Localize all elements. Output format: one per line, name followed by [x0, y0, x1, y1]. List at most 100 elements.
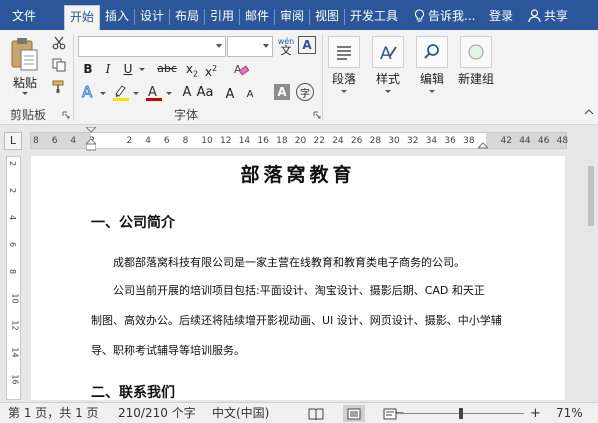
clipboard-group-label: 剪贴板: [10, 108, 47, 122]
grow-font-button[interactable]: A: [224, 86, 236, 104]
ruler-tick-label: 24: [332, 136, 344, 146]
highlight-button[interactable]: [111, 82, 131, 102]
paragraph-dropdown-arrow[interactable]: [341, 90, 347, 93]
paste-button[interactable]: [6, 34, 42, 74]
styles-icon: A: [380, 44, 397, 62]
change-case-button[interactable]: Aa: [196, 84, 214, 102]
login-button[interactable]: 登录: [489, 5, 513, 27]
language-indicator[interactable]: 中文(中国): [212, 405, 269, 422]
vertical-ruler-tick-label: 14: [10, 347, 20, 358]
cut-button[interactable]: [50, 34, 68, 52]
book-icon: [308, 408, 324, 420]
font-name-combo[interactable]: [78, 36, 226, 57]
ruler-tick-label: 42: [500, 136, 512, 146]
paragraph-button[interactable]: [328, 36, 360, 68]
ruler-tick-label: 32: [407, 136, 419, 146]
right-indent-marker-icon[interactable]: [478, 141, 488, 149]
read-mode-button[interactable]: [305, 405, 327, 422]
subscript-button[interactable]: x2: [184, 60, 200, 78]
char-border-button[interactable]: A: [298, 36, 316, 54]
zoom-slider-thumb[interactable]: [459, 408, 463, 419]
tell-me-search[interactable]: 告诉我...: [414, 5, 475, 27]
shrink-font-button[interactable]: A: [244, 86, 256, 104]
tab-file[interactable]: 文件: [4, 5, 44, 30]
format-painter-icon: [52, 80, 64, 93]
increase-a: A: [182, 85, 192, 100]
tab-developer[interactable]: 开发工具: [346, 5, 402, 30]
font-size-combo[interactable]: [227, 36, 273, 57]
tab-review[interactable]: 审阅: [276, 5, 308, 30]
page-count[interactable]: 第 1 页，共 1 页: [8, 405, 99, 422]
svg-text:A: A: [82, 83, 93, 101]
font-dialog-launcher-icon[interactable]: [313, 111, 321, 119]
indent-marker-icon[interactable]: [86, 127, 96, 151]
char-shading-button[interactable]: A: [274, 84, 290, 100]
ruler-tick-label: 4: [70, 136, 77, 146]
group-divider: [73, 34, 74, 120]
ribbon-tab-bar: 文件 开始 插入 设计 布局 引用 邮件 审阅 视图 开发工具 告诉我... 登…: [0, 0, 598, 30]
ruler-tick-label: 44: [519, 136, 531, 146]
editing-button[interactable]: [416, 36, 448, 68]
styles-button[interactable]: A: [372, 36, 404, 68]
copy-icon: [52, 58, 66, 72]
underline-button[interactable]: U: [120, 60, 136, 78]
ruler-tick-label: 22: [313, 136, 325, 146]
subscript-base: x: [185, 62, 193, 76]
styles-dropdown-arrow[interactable]: [385, 90, 391, 93]
vertical-scrollbar[interactable]: [584, 156, 598, 400]
tab-layout[interactable]: 布局: [171, 5, 203, 30]
ruler-tick-label: 8: [33, 136, 39, 146]
svg-text:A: A: [380, 44, 392, 62]
new-group-label: 新建组: [457, 72, 494, 86]
tab-references[interactable]: 引用: [206, 5, 238, 30]
zoom-in-button[interactable]: +: [530, 405, 541, 422]
editing-dropdown-arrow[interactable]: [429, 90, 435, 93]
strikethrough-button[interactable]: abc: [155, 60, 179, 78]
subscript-mark: 2: [193, 69, 199, 79]
word-count[interactable]: 210/210 个字: [118, 405, 196, 422]
collapse-ribbon-icon[interactable]: [584, 108, 594, 116]
copy-button[interactable]: [50, 56, 68, 74]
tab-divider: [204, 9, 205, 25]
clipboard-icon: [11, 38, 38, 71]
tab-mailings[interactable]: 邮件: [241, 5, 273, 30]
text-effects-button[interactable]: A: [80, 82, 98, 102]
share-button[interactable]: 共享: [528, 4, 592, 28]
ruler-tick-label: 36: [444, 136, 456, 146]
bold-button[interactable]: B: [80, 60, 96, 78]
font-color-button[interactable]: A: [144, 82, 164, 102]
ruler-tick-label: 34: [425, 136, 438, 146]
ruler-left-margin: [31, 133, 91, 148]
scrollbar-thumb[interactable]: [588, 166, 594, 226]
font-color-icon: A: [146, 85, 162, 101]
tab-view[interactable]: 视图: [311, 5, 343, 30]
ruler-tick-label: 2: [126, 136, 133, 146]
ruler-tick-label: 8: [182, 136, 189, 146]
document-page[interactable]: 部落窝教育 一、公司简介 成都部落窝科技有限公司是一家主营在线教育和教育类电子商…: [31, 156, 565, 400]
underline-dropdown-arrow[interactable]: [139, 68, 145, 71]
format-painter-button[interactable]: [50, 78, 68, 96]
tab-insert[interactable]: 插入: [101, 5, 133, 30]
print-layout-button[interactable]: [343, 405, 365, 422]
text-effects-dropdown-arrow[interactable]: [100, 92, 106, 95]
char-shading-a: A: [277, 85, 287, 99]
clipboard-dialog-launcher-icon[interactable]: [62, 111, 70, 119]
new-group-button[interactable]: [460, 36, 492, 68]
zoom-level[interactable]: 71%: [556, 405, 583, 422]
font-size-increase-button[interactable]: A: [180, 84, 194, 102]
tab-home[interactable]: 开始: [64, 5, 100, 30]
enclose-char-button[interactable]: 字: [296, 83, 314, 101]
paste-dropdown-arrow[interactable]: [22, 92, 28, 95]
phonetic-guide-button[interactable]: wén 文: [276, 34, 296, 58]
tab-selector[interactable]: L: [4, 132, 22, 150]
italic-button[interactable]: I: [100, 60, 116, 78]
ruler-tick-label: 6: [51, 136, 58, 146]
paragraph-line: 公司当前开展的培训项目包括:平面设计、淘宝设计、摄影后期、CAD 和天正: [113, 284, 485, 297]
superscript-button[interactable]: x2: [203, 60, 219, 79]
font-color-dropdown-arrow[interactable]: [166, 92, 172, 95]
highlight-dropdown-arrow[interactable]: [133, 92, 139, 95]
clear-formatting-button[interactable]: A: [232, 60, 250, 78]
tab-design[interactable]: 设计: [136, 5, 168, 30]
vertical-ruler-tick-label: 6: [8, 241, 18, 248]
horizontal-ruler[interactable]: 8642246810121416182022242628303234363842…: [30, 127, 568, 151]
